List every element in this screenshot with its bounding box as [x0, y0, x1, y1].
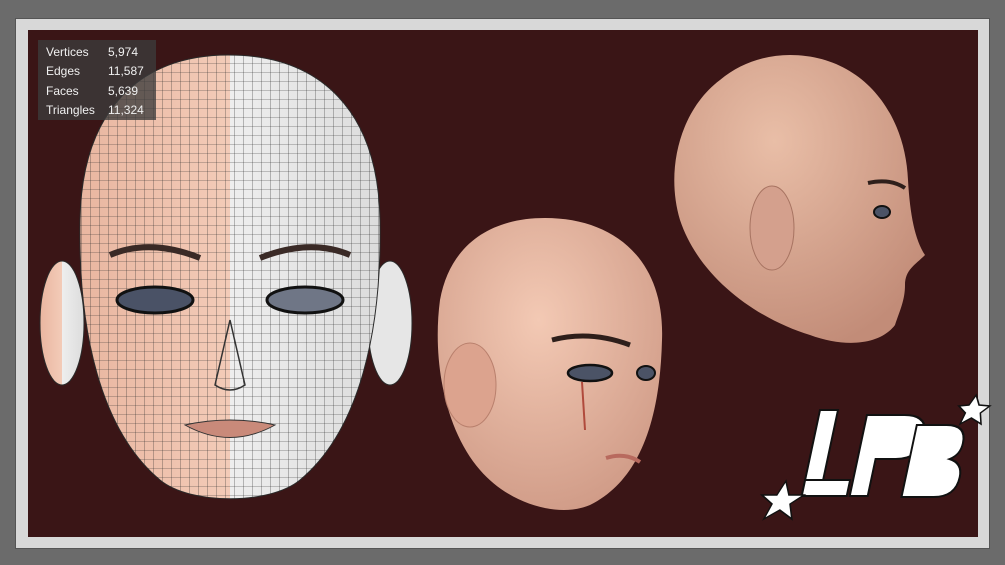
lpb-logo: [759, 393, 992, 521]
stat-value: 11,324: [108, 103, 144, 118]
stat-row: Vertices 5,974: [38, 42, 156, 62]
three-quarter-head: [437, 218, 663, 510]
wireframe-head: [39, 54, 413, 500]
stat-row: Edges 11,587: [38, 62, 156, 82]
mesh-stats-overlay: Vertices 5,974 Edges 11,587 Faces 5,639 …: [38, 40, 156, 120]
stat-value: 5,639: [108, 83, 139, 98]
stat-label: Triangles: [46, 103, 95, 118]
stat-value: 11,587: [108, 64, 144, 79]
profile-head: [674, 55, 925, 343]
stat-row: Faces 5,639: [38, 81, 156, 101]
stat-label: Faces: [46, 83, 79, 98]
stat-row: Triangles 11,324: [38, 101, 156, 121]
stat-label: Vertices: [46, 44, 89, 59]
stat-value: 5,974: [108, 44, 139, 59]
stat-label: Edges: [46, 64, 81, 79]
